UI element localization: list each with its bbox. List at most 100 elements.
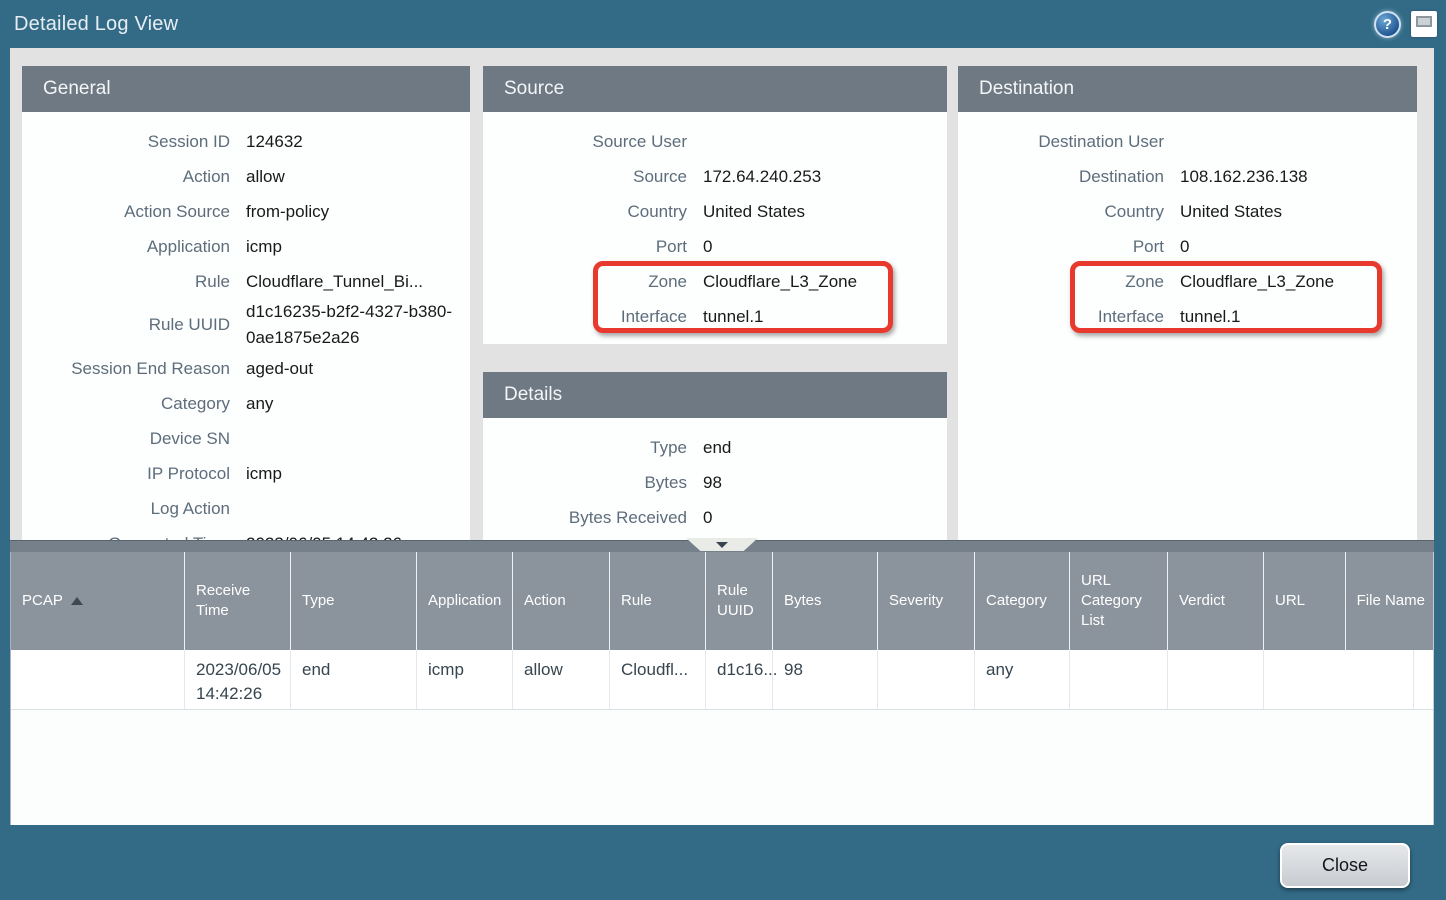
- table-cell: [1168, 650, 1264, 710]
- field-label: Interface: [483, 307, 687, 327]
- splitter-collapse-handle[interactable]: [686, 538, 758, 551]
- column-header[interactable]: Application: [417, 552, 513, 650]
- field-value: any: [246, 391, 462, 417]
- log-detail-panels: General Session ID 124632 Action allow: [10, 48, 1434, 540]
- field-value: aged-out: [246, 356, 462, 382]
- field-label: Bytes: [483, 473, 687, 493]
- column-header[interactable]: File Name: [1346, 552, 1433, 650]
- field-row: Rule Cloudflare_Tunnel_Bi...: [22, 264, 462, 299]
- field-value: 0: [1180, 234, 1409, 260]
- column-header-label: File Name: [1357, 591, 1425, 611]
- dialog-title: Detailed Log View: [14, 13, 178, 36]
- panel-table-splitter[interactable]: [10, 540, 1434, 552]
- field-row: Interface tunnel.1: [958, 299, 1409, 334]
- column-header[interactable]: Severity: [878, 552, 975, 650]
- titlebar-icons: ?: [1374, 11, 1437, 38]
- field-label: Port: [483, 237, 687, 257]
- field-value: Cloudflare_L3_Zone: [703, 269, 939, 295]
- field-value: 172.64.240.253: [703, 164, 939, 190]
- column-header-label: Action: [524, 591, 566, 611]
- field-label: Port: [958, 237, 1164, 257]
- field-label: Session End Reason: [22, 359, 230, 379]
- sort-ascending-icon: [71, 597, 83, 605]
- field-label: Bytes Received: [483, 508, 687, 528]
- table-cell: end: [291, 650, 417, 710]
- column-header[interactable]: Category: [975, 552, 1070, 650]
- details-panel-body: Type end Bytes 98 Bytes Received 0: [483, 418, 947, 540]
- field-label: Rule UUID: [22, 315, 230, 335]
- field-label: Source: [483, 167, 687, 187]
- field-row: Session End Reason aged-out: [22, 351, 462, 386]
- destination-panel-header: Destination: [958, 66, 1417, 112]
- column-header[interactable]: Rule: [610, 552, 706, 650]
- field-row: Action allow: [22, 159, 462, 194]
- field-value: Cloudflare_Tunnel_Bi...: [246, 269, 436, 295]
- table-cell: [1414, 650, 1433, 710]
- table-cell: [1264, 650, 1414, 710]
- field-row: Application icmp: [22, 229, 462, 264]
- column-header-label: Verdict: [1179, 591, 1225, 611]
- field-value: 124632: [246, 129, 462, 155]
- field-label: Application: [22, 237, 230, 257]
- column-header[interactable]: Bytes: [773, 552, 878, 650]
- field-row: Destination User: [958, 124, 1409, 159]
- field-row: Zone Cloudflare_L3_Zone: [483, 264, 939, 299]
- general-panel: General Session ID 124632 Action allow: [22, 66, 470, 540]
- field-label: Device SN: [22, 429, 230, 449]
- field-label: Type: [483, 438, 687, 458]
- column-header-label: Application: [428, 591, 501, 611]
- field-label: Country: [958, 202, 1164, 222]
- field-value: tunnel.1: [1180, 304, 1409, 330]
- field-row: Rule UUID d1c16235-b2f2-4327-b380-0ae187…: [22, 299, 462, 351]
- field-row: Zone Cloudflare_L3_Zone: [958, 264, 1409, 299]
- maximize-icon-glyph: [1416, 16, 1432, 27]
- column-header[interactable]: Verdict: [1168, 552, 1264, 650]
- field-label: IP Protocol: [22, 464, 230, 484]
- destination-column: Destination Destination User Destination: [958, 66, 1417, 540]
- field-value: United States: [703, 199, 939, 225]
- column-header[interactable]: Receive Time: [185, 552, 291, 650]
- close-button[interactable]: Close: [1280, 843, 1410, 888]
- field-row: Action Source from-policy: [22, 194, 462, 229]
- column-header[interactable]: Rule UUID: [706, 552, 773, 650]
- field-row: Log Action: [22, 491, 462, 526]
- column-header-label: URL Category List: [1081, 571, 1159, 632]
- source-panel: Source Source User Source 172.64.240.253: [483, 66, 947, 344]
- column-header[interactable]: URL: [1264, 552, 1346, 650]
- field-label: Action Source: [22, 202, 230, 222]
- field-value: 98: [703, 470, 939, 496]
- help-icon[interactable]: ?: [1374, 11, 1401, 38]
- column-header-label: Category: [986, 591, 1047, 611]
- field-value: end: [703, 435, 939, 461]
- field-label: Category: [22, 394, 230, 414]
- field-row: Country United States: [958, 194, 1409, 229]
- field-label: Action: [22, 167, 230, 187]
- column-header-label: Rule: [621, 591, 652, 611]
- detailed-log-view-dialog: Detailed Log View ? General Session ID 1…: [0, 0, 1446, 900]
- maximize-icon[interactable]: [1411, 11, 1437, 37]
- field-value: tunnel.1: [703, 304, 939, 330]
- column-header[interactable]: URL Category List: [1070, 552, 1168, 650]
- field-row: Source User: [483, 124, 939, 159]
- collapse-down-icon: [716, 542, 728, 548]
- field-value: 2023/06/05 14:42:26: [246, 531, 462, 541]
- field-row: Category any: [22, 386, 462, 421]
- dialog-titlebar: Detailed Log View ?: [0, 0, 1446, 48]
- field-row: Device SN: [22, 421, 462, 456]
- column-header[interactable]: PCAP: [11, 552, 185, 650]
- field-label: Source User: [483, 132, 687, 152]
- field-row: Port 0: [958, 229, 1409, 264]
- log-table-row[interactable]: 2023/06/05 14:42:26 end icmp allow Cloud…: [11, 650, 1433, 710]
- table-cell: [11, 650, 185, 710]
- field-row: Bytes Received 0: [483, 500, 939, 535]
- column-header[interactable]: Type: [291, 552, 417, 650]
- table-cell: 2023/06/05 14:42:26: [185, 650, 291, 710]
- column-header[interactable]: Action: [513, 552, 610, 650]
- column-header-label: PCAP: [22, 591, 63, 611]
- field-label: Country: [483, 202, 687, 222]
- field-row: Type end: [483, 430, 939, 465]
- general-panel-body: Session ID 124632 Action allow Action So…: [22, 112, 470, 540]
- source-details-column: Source Source User Source 172.64.240.253: [483, 66, 947, 540]
- field-label: Session ID: [22, 132, 230, 152]
- general-column: General Session ID 124632 Action allow: [22, 66, 470, 540]
